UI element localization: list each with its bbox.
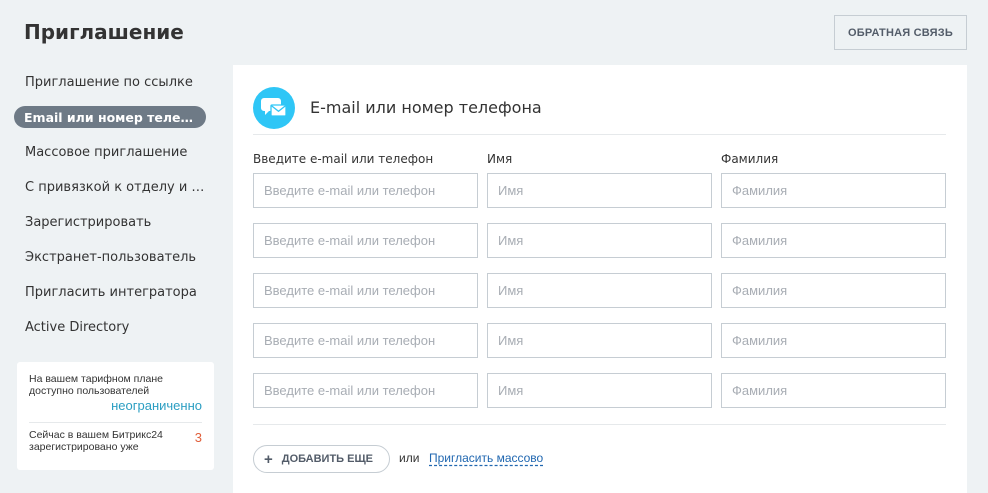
form-title: E-mail или номер телефона: [310, 98, 542, 117]
plan-info-box: На вашем тарифном плане доступно пользов…: [17, 362, 214, 470]
form-header: E-mail или номер телефона: [253, 87, 946, 135]
form-divider: [253, 424, 946, 425]
sidebar-item-label: Массовое приглашение: [25, 145, 188, 160]
or-text: или: [399, 451, 420, 465]
sidebar-item-department-invite[interactable]: С привязкой к отделу и группе: [14, 170, 214, 205]
first-name-field-2[interactable]: [487, 223, 712, 258]
sidebar: Приглашение по ссылке Email или номер те…: [14, 65, 214, 345]
invite-form-card: E-mail или номер телефона Введите e-mail…: [233, 65, 967, 493]
add-more-button[interactable]: + ДОБАВИТЬ ЕЩЕ: [253, 445, 390, 473]
sidebar-item-label: Приглашение по ссылке: [25, 75, 193, 90]
last-name-field-5[interactable]: [721, 373, 946, 408]
page-title: Приглашение: [24, 20, 184, 44]
plan-divider: [29, 422, 202, 423]
email-column-label: Введите e-mail или телефон: [253, 152, 434, 166]
last-name-field-2[interactable]: [721, 223, 946, 258]
sidebar-item-label: Email или номер телефона: [24, 109, 204, 125]
sidebar-item-link-invite[interactable]: Приглашение по ссылке: [14, 65, 214, 100]
plan-limit-value: неограниченно: [111, 398, 202, 413]
email-field-1[interactable]: [253, 173, 478, 208]
first-name-field-3[interactable]: [487, 273, 712, 308]
last-name-column-label: Фамилия: [721, 152, 779, 166]
last-name-field-3[interactable]: [721, 273, 946, 308]
sidebar-item-integrator[interactable]: Пригласить интегратора: [14, 275, 214, 310]
plus-icon: +: [264, 450, 273, 468]
sidebar-item-label: Active Directory: [25, 320, 130, 335]
first-name-column-label: Имя: [487, 152, 513, 166]
last-name-field-1[interactable]: [721, 173, 946, 208]
plan-registered-label: Сейчас в вашем Битрикс24 зарегистрирован…: [29, 429, 163, 453]
email-field-2[interactable]: [253, 223, 478, 258]
mass-invite-link[interactable]: Пригласить массово: [429, 451, 543, 465]
sidebar-item-extranet[interactable]: Экстранет-пользователь: [14, 240, 214, 275]
sidebar-item-label: Экстранет-пользователь: [25, 250, 197, 265]
plan-registered-count: 3: [194, 430, 202, 445]
sidebar-item-label: Зарегистрировать: [25, 215, 152, 230]
plan-limit-label: На вашем тарифном плане доступно пользов…: [29, 373, 163, 397]
first-name-field-5[interactable]: [487, 373, 712, 408]
feedback-button[interactable]: ОБРАТНАЯ СВЯЗЬ: [834, 15, 967, 50]
first-name-field-1[interactable]: [487, 173, 712, 208]
sidebar-item-label: Пригласить интегратора: [25, 285, 197, 300]
email-field-3[interactable]: [253, 273, 478, 308]
sidebar-item-active-directory[interactable]: Active Directory: [14, 310, 214, 345]
first-name-field-4[interactable]: [487, 323, 712, 358]
sidebar-item-email-phone[interactable]: Email или номер телефона: [14, 106, 206, 128]
email-field-4[interactable]: [253, 323, 478, 358]
add-more-label: ДОБАВИТЬ ЕЩЕ: [281, 453, 374, 465]
sidebar-item-register[interactable]: Зарегистрировать: [14, 205, 214, 240]
last-name-field-4[interactable]: [721, 323, 946, 358]
sidebar-item-mass-invite[interactable]: Массовое приглашение: [14, 135, 214, 170]
sidebar-item-label: С привязкой к отделу и группе: [25, 180, 205, 195]
email-field-5[interactable]: [253, 373, 478, 408]
chat-envelope-icon: [253, 87, 295, 129]
